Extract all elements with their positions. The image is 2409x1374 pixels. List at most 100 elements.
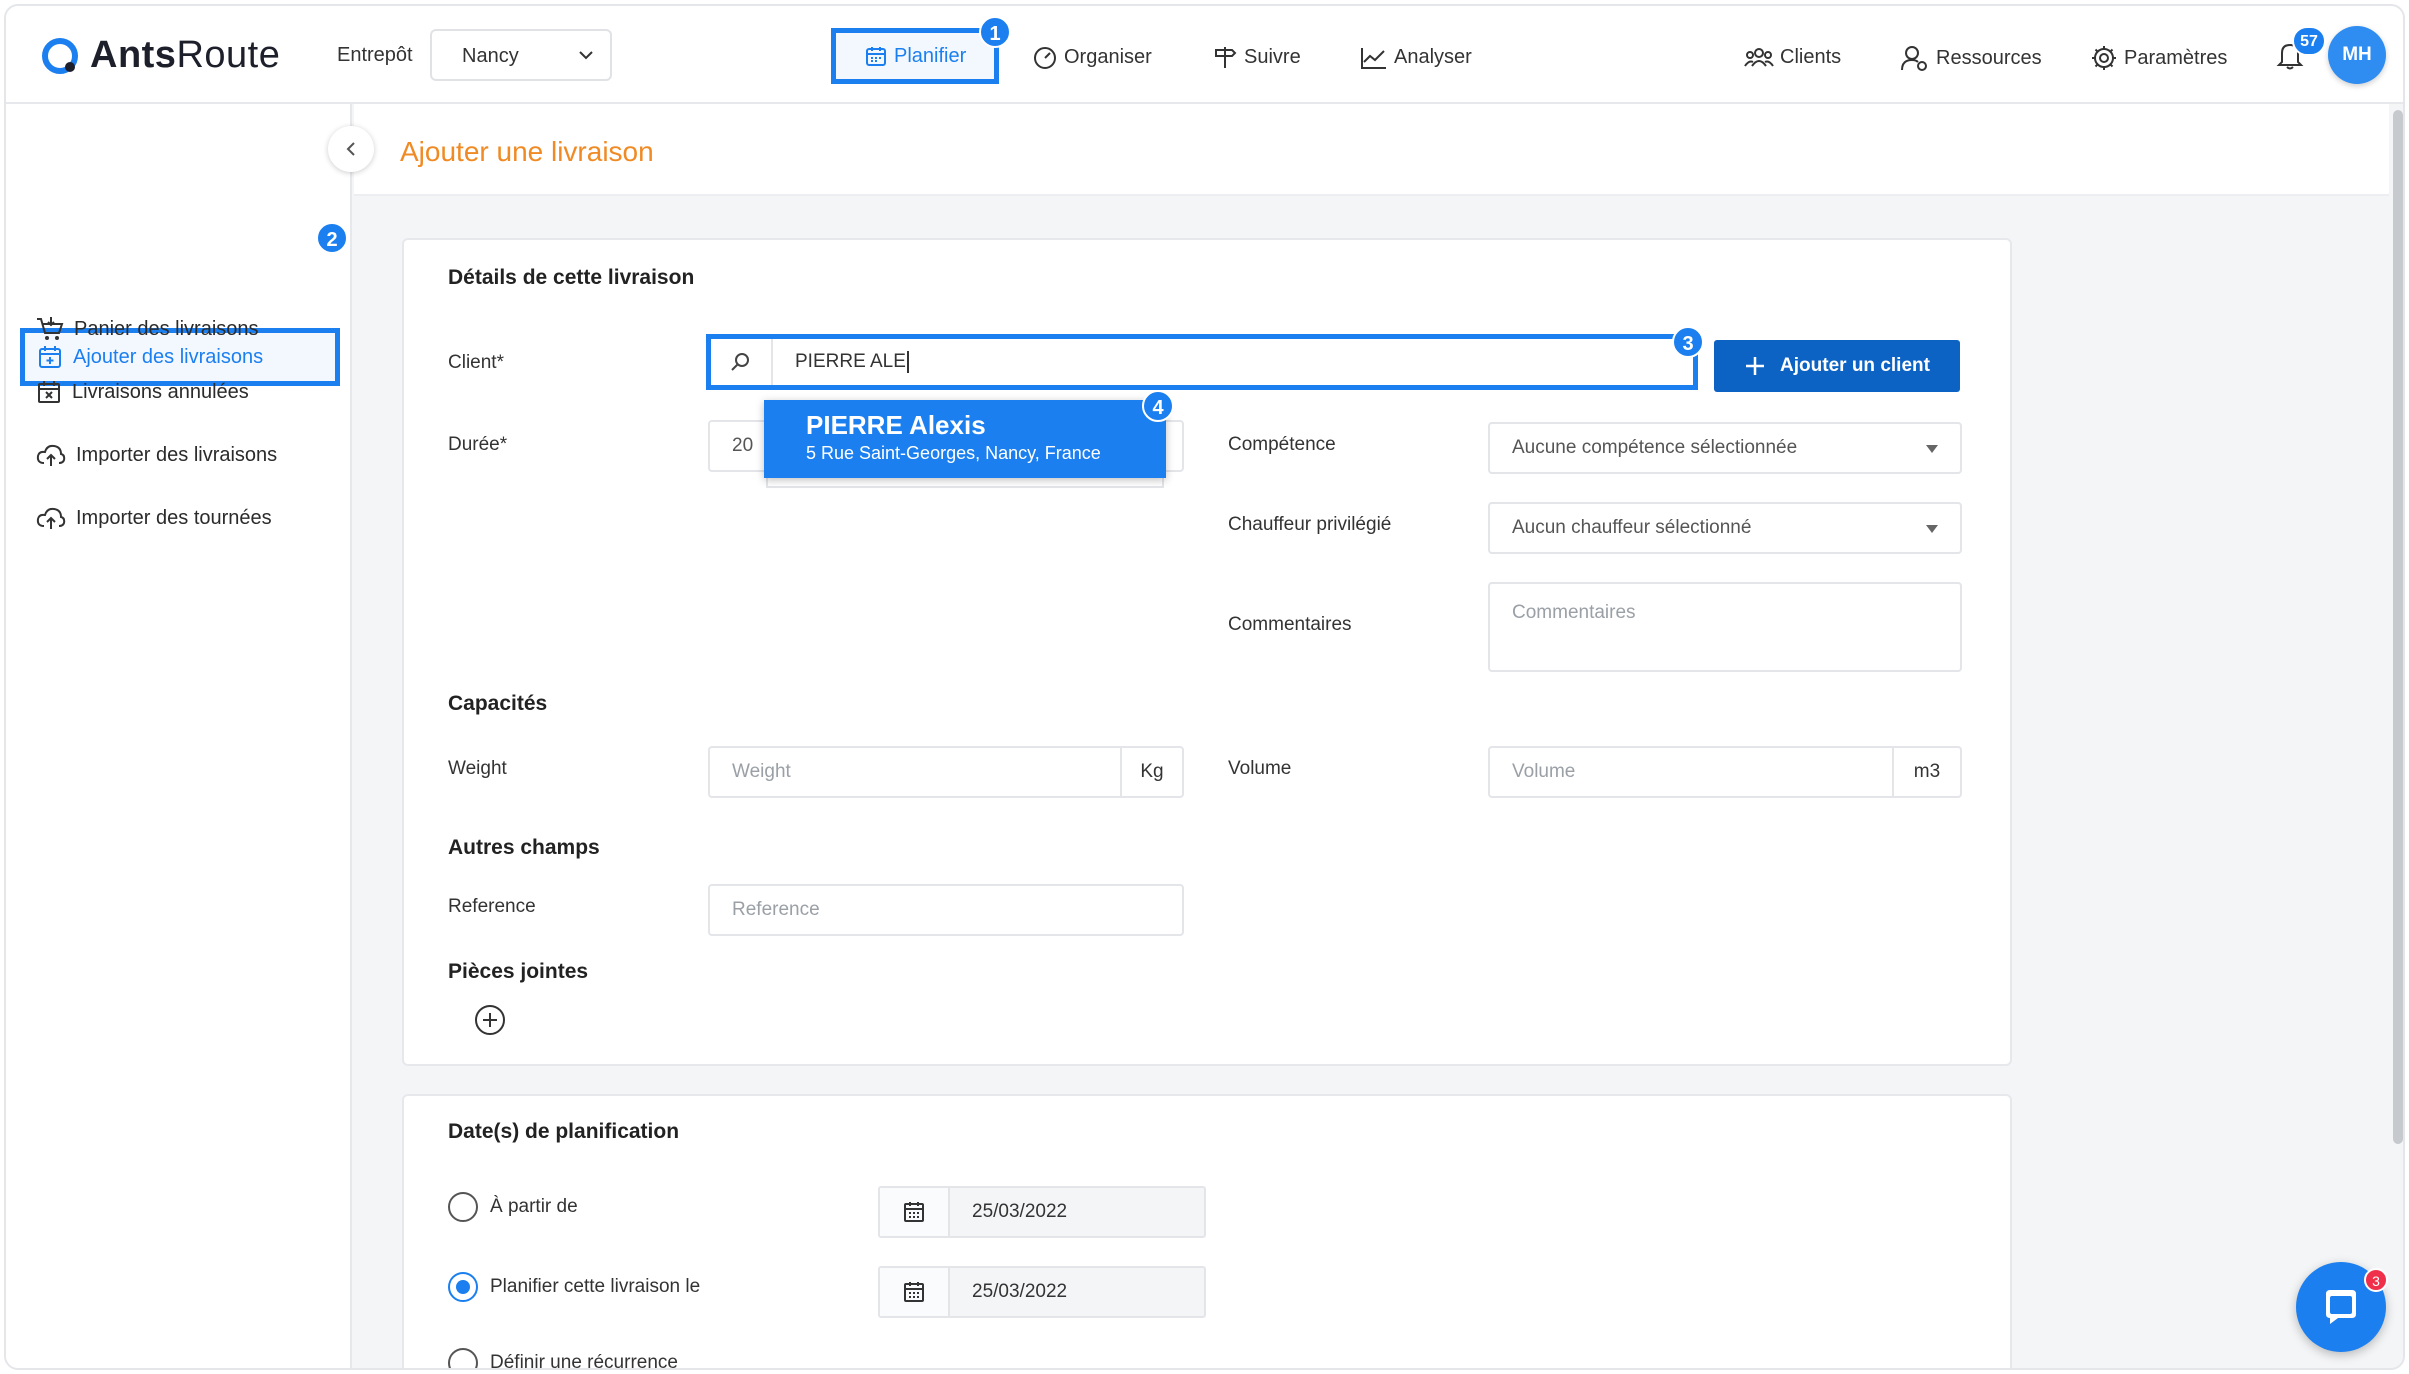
chauffeur-select[interactable]: Aucun chauffeur sélectionné <box>1488 502 1962 554</box>
reference-label: Reference <box>448 896 536 917</box>
weight-input[interactable]: Weight Kg <box>708 746 1184 798</box>
calendar-icon <box>866 47 886 66</box>
nav-organiser-label: Organiser <box>1064 45 1152 68</box>
volume-label: Volume <box>1228 758 1292 779</box>
suggestion-address: 5 Rue Saint-Georges, Nancy, France <box>806 443 1101 463</box>
radio-recurrence-label: Définir une récurrence <box>490 1352 678 1370</box>
plus-icon <box>1746 357 1765 375</box>
radio-recurrence[interactable] <box>448 1348 478 1368</box>
sidebar-item-label: Panier des livraisons <box>74 317 259 340</box>
volume-input[interactable]: Volume m3 <box>1488 746 1962 798</box>
calendar-icon <box>904 1202 924 1222</box>
calendar-x-icon <box>38 381 60 403</box>
search-icon <box>731 353 749 371</box>
nav-ressources[interactable]: Ressources <box>1900 44 2042 72</box>
sidebar-item-annulees[interactable]: Livraisons annulées <box>36 379 249 405</box>
notification-count-badge: 57 <box>2292 26 2326 56</box>
duree-label: Durée* <box>448 434 508 455</box>
entrepot-value: Nancy <box>462 45 519 67</box>
nav-organiser[interactable]: Organiser <box>1032 44 1152 70</box>
reference-placeholder: Reference <box>732 899 820 920</box>
competence-value: Aucune compétence sélectionnée <box>1512 437 1798 458</box>
nav-analyser[interactable]: Analyser <box>1360 44 1472 70</box>
sidebar-item-label: Ajouter des livraisons <box>73 345 264 368</box>
page-header: Ajouter une livraison <box>354 104 2389 196</box>
commentaires-textarea[interactable] <box>1488 582 1962 672</box>
scrollbar-thumb[interactable] <box>2393 110 2403 1144</box>
collapse-sidebar-button[interactable] <box>328 126 374 172</box>
radio-planifier-le[interactable] <box>448 1272 478 1302</box>
nav-suivre-label: Suivre <box>1244 45 1301 68</box>
gear-icon <box>2092 46 2116 70</box>
sidebar: Ajouter des livraisons Panier des livrai… <box>6 104 352 1368</box>
volume-unit: m3 <box>1892 748 1960 796</box>
logo-text: AntsRoute <box>90 34 281 76</box>
sidebar-item-label: Importer des livraisons <box>76 443 278 466</box>
nav-clients[interactable]: Clients <box>1744 44 1841 70</box>
antsroute-logo[interactable]: AntsRoute <box>40 34 280 77</box>
users-icon <box>1744 48 1774 67</box>
user-gear-icon <box>1901 46 1927 71</box>
competence-label: Compétence <box>1228 434 1336 455</box>
capacites-title: Capacités <box>448 692 548 715</box>
sidebar-item-importer-livraisons[interactable]: Importer des livraisons <box>36 442 277 468</box>
nav-planifier[interactable]: Planifier <box>831 28 1000 84</box>
radio-planifier-le-label: Planifier cette livraison le <box>490 1276 701 1297</box>
chat-bubble-icon <box>2326 1290 2356 1324</box>
weight-placeholder: Weight <box>732 761 791 782</box>
step-badge-1: 1 <box>979 16 1011 48</box>
add-client-button[interactable]: Ajouter un client <box>1714 340 1960 392</box>
calendar-plus-icon <box>39 346 61 368</box>
radio-a-partir-de-label: À partir de <box>490 1196 578 1217</box>
autres-champs-title: Autres champs <box>448 836 600 859</box>
radio-a-partir-de[interactable] <box>448 1192 478 1222</box>
client-suggestion-item[interactable]: PIERRE Alexis 5 Rue Saint-Georges, Nancy… <box>764 400 1166 478</box>
cart-icon <box>37 317 64 340</box>
text-caret <box>906 350 909 373</box>
client-search-value: PIERRE ALE <box>773 350 909 373</box>
cloud-upload-icon <box>36 507 66 529</box>
chevron-down-icon <box>579 51 593 60</box>
chevron-left-icon <box>346 142 355 156</box>
nav-parametres[interactable]: Paramètres <box>2090 44 2227 72</box>
signpost-icon <box>1215 47 1237 68</box>
client-label: Client* <box>448 352 504 373</box>
weight-label: Weight <box>448 758 507 779</box>
user-avatar[interactable]: MH <box>2328 26 2386 84</box>
caret-down-icon <box>1926 445 1938 453</box>
nav-ressources-label: Ressources <box>1936 46 2042 69</box>
nav-parametres-label: Paramètres <box>2124 46 2228 69</box>
sidebar-item-importer-tournees[interactable]: Importer des tournées <box>36 505 272 531</box>
sidebar-item-label: Livraisons annulées <box>72 380 249 403</box>
date-a-partir-de[interactable]: 25/03/2022 <box>878 1186 1206 1238</box>
top-navigation-bar: AntsRoute Entrepôt Nancy Planifier 1 Org… <box>6 6 2403 104</box>
calendar-button[interactable] <box>880 1188 950 1236</box>
page-title: Ajouter une livraison <box>400 136 654 167</box>
caret-down-icon <box>1926 525 1938 533</box>
nav-planifier-label: Planifier <box>894 44 967 67</box>
nav-suivre[interactable]: Suivre <box>1212 44 1301 70</box>
date-value: 25/03/2022 <box>972 1201 1068 1222</box>
logo-icon <box>42 37 78 74</box>
app-window: AntsRoute Entrepôt Nancy Planifier 1 Org… <box>4 4 2405 1370</box>
suggestion-name: PIERRE Alexis <box>806 410 986 440</box>
competence-select[interactable]: Aucune compétence sélectionnée <box>1488 422 1962 474</box>
date-planifier-le[interactable]: 25/03/2022 <box>878 1266 1206 1318</box>
search-icon-cell <box>711 339 773 385</box>
add-attachment-icon[interactable] <box>474 1004 506 1036</box>
entrepot-select[interactable]: Nancy <box>430 29 612 81</box>
duree-value: 20 <box>732 435 754 456</box>
volume-placeholder: Volume <box>1512 761 1576 782</box>
planning-section-title: Date(s) de planification <box>448 1120 680 1143</box>
chauffeur-value: Aucun chauffeur sélectionné <box>1512 517 1752 538</box>
calendar-button[interactable] <box>880 1268 950 1316</box>
sidebar-item-panier[interactable]: Panier des livraisons <box>36 316 259 342</box>
cloud-upload-icon <box>36 444 66 466</box>
nav-clients-label: Clients <box>1780 45 1842 68</box>
calendar-icon <box>904 1282 924 1302</box>
client-search-input[interactable]: PIERRE ALE <box>706 334 1698 390</box>
date-value: 25/03/2022 <box>972 1281 1068 1302</box>
step-badge-2: 2 <box>316 222 348 254</box>
reference-input[interactable]: Reference <box>708 884 1184 936</box>
commentaires-label: Commentaires <box>1228 614 1352 635</box>
